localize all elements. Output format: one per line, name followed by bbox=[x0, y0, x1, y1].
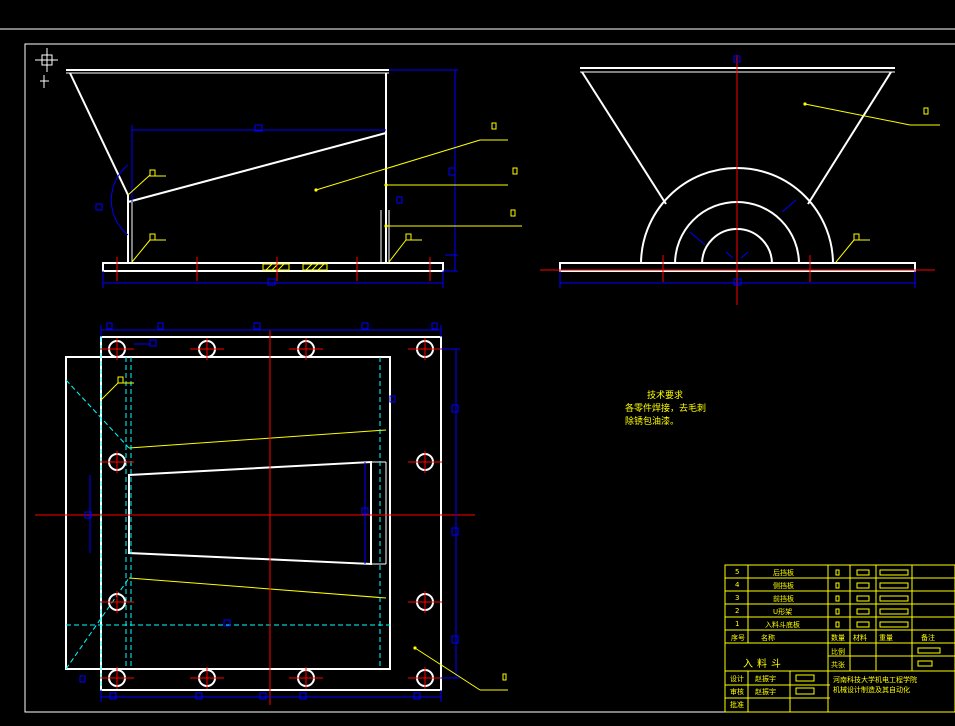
plan-view bbox=[35, 322, 508, 705]
header-seq: 序号 bbox=[731, 634, 745, 642]
header-qty: 数量 bbox=[831, 634, 845, 642]
front-view bbox=[66, 69, 522, 288]
designer-label: 设计 bbox=[730, 675, 744, 683]
part-no: 2 bbox=[735, 607, 740, 615]
header-material: 材料 bbox=[853, 634, 867, 642]
technical-requirements: 技术要求 各零件焊接，去毛刺 除锈包油漆。 bbox=[625, 390, 706, 429]
part-no: 4 bbox=[735, 581, 740, 589]
part-name: 侧挡板 bbox=[773, 582, 794, 590]
part-name: U形架 bbox=[773, 608, 793, 616]
scale-label: 比例 bbox=[831, 648, 845, 656]
drawing-name: 入料斗 bbox=[743, 659, 785, 670]
part-name: 入料斗底板 bbox=[765, 621, 800, 629]
side-view bbox=[540, 55, 940, 305]
school-line-1: 河南科技大学机电工程学院 bbox=[833, 676, 917, 684]
title-block: 5 后挡板 4 侧挡板 3 前挡板 2 U形架 1 入料斗底板 序号 名称 数量… bbox=[725, 565, 955, 712]
part-no: 1 bbox=[735, 620, 740, 628]
tech-line-2: 除锈包油漆。 bbox=[625, 417, 680, 427]
part-name: 前挡板 bbox=[773, 595, 794, 603]
header-remark: 备注 bbox=[921, 634, 935, 642]
tech-title: 技术要求 bbox=[647, 391, 684, 401]
tech-line-1: 各零件焊接，去毛刺 bbox=[625, 404, 707, 414]
ucs-crosshair-icon bbox=[35, 48, 58, 88]
header-name: 名称 bbox=[761, 634, 775, 642]
part-name: 后挡板 bbox=[773, 569, 794, 577]
checker: 赵振宇 bbox=[755, 688, 776, 696]
header-weight: 重量 bbox=[879, 634, 893, 642]
checker-label: 审核 bbox=[730, 688, 744, 696]
part-no: 5 bbox=[735, 568, 740, 576]
approver-label: 批准 bbox=[730, 701, 744, 709]
designer: 赵振宇 bbox=[755, 675, 776, 683]
sheet-label: 共张 bbox=[831, 661, 845, 669]
part-no: 3 bbox=[735, 594, 740, 602]
school-line-2: 机械设计制造及其自动化 bbox=[833, 686, 910, 694]
